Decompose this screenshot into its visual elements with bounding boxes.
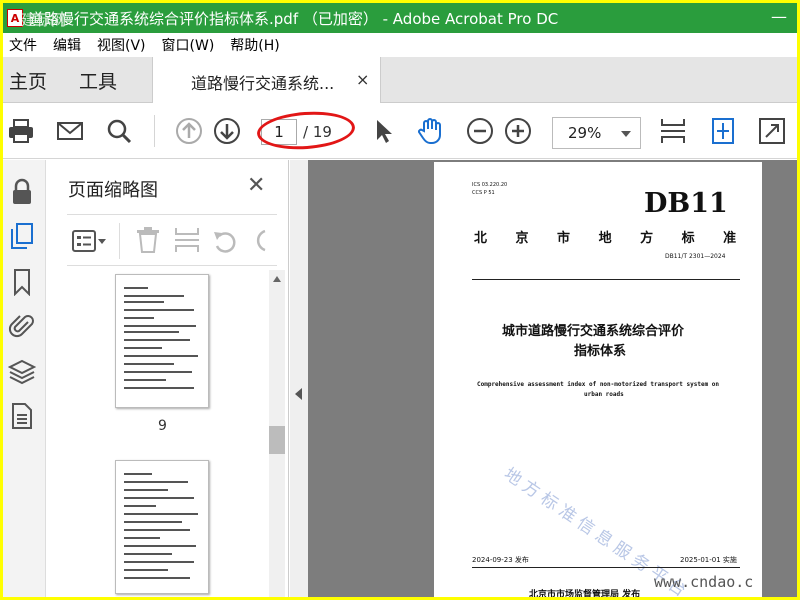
select-cursor-icon[interactable] — [369, 117, 397, 145]
collapse-arrow-icon[interactable] — [295, 388, 302, 400]
document-properties-icon[interactable] — [8, 402, 36, 430]
next-page-icon[interactable] — [213, 117, 241, 145]
print-icon[interactable] — [7, 117, 35, 145]
menu-help[interactable]: 帮助(H) — [224, 35, 285, 55]
overlay-watermark: 建标网 — [21, 11, 67, 29]
lock-icon[interactable] — [8, 178, 36, 206]
attachment-icon[interactable] — [8, 312, 36, 340]
delete-page-icon[interactable] — [135, 226, 161, 254]
window-title: 道路慢行交通系统综合评价指标体系.pdf （已加密） - Adobe Acrob… — [29, 9, 559, 28]
tab-close-button[interactable]: × — [356, 70, 369, 89]
extract-page-icon[interactable] — [173, 226, 201, 254]
tab-bar: 主页 工具 道路慢行交通系统... × — [3, 57, 797, 103]
region-standard: 北 京 市 地 方 标 准 — [474, 231, 749, 246]
scroll-mode-icon[interactable] — [709, 117, 737, 145]
chevron-down-icon — [621, 131, 631, 137]
left-tools-rail — [3, 160, 46, 597]
zoom-in-icon[interactable] — [504, 117, 532, 145]
menu-view[interactable]: 视图(V) — [91, 35, 152, 55]
email-icon[interactable] — [56, 117, 84, 145]
page-thumbnails-panel: 页面缩略图 ✕ 9 — [47, 160, 289, 597]
issue-date: 2024-09-23 发布 — [472, 556, 529, 564]
header-rule — [472, 279, 740, 280]
english-title-line2: urban roads — [584, 391, 624, 398]
issuer: 北京市市场监督管理局 发布 — [529, 590, 641, 597]
thumbnail-page-10[interactable] — [115, 460, 209, 594]
tab-document[interactable]: 道路慢行交通系统... × — [152, 57, 381, 103]
tab-document-label: 道路慢行交通系统... — [191, 74, 335, 93]
tab-home[interactable]: 主页 — [9, 67, 47, 94]
red-highlight-annotation — [255, 108, 357, 153]
toolbar-separator — [154, 115, 155, 147]
zoom-out-icon[interactable] — [466, 117, 494, 145]
bookmark-icon[interactable] — [8, 268, 36, 296]
collapse-panel-strip[interactable] — [290, 160, 308, 597]
thumbnails-scrollbar[interactable] — [269, 270, 285, 597]
footer-rule — [472, 567, 740, 568]
zoom-value: 29% — [568, 124, 602, 142]
full-screen-icon[interactable] — [758, 117, 786, 145]
ics-code: ICS 03.220.20 — [472, 182, 508, 188]
search-icon[interactable] — [105, 117, 133, 145]
tools-separator — [119, 223, 120, 259]
menu-edit[interactable]: 编辑 — [47, 35, 87, 55]
thumbnail-tools — [67, 214, 277, 266]
standard-number: DB11/T 2301—2024 — [665, 253, 726, 260]
minimize-button[interactable]: — — [771, 7, 787, 26]
prev-page-icon[interactable] — [175, 117, 203, 145]
hand-tool-icon[interactable] — [416, 117, 444, 145]
thumbnail-options-icon[interactable] — [71, 228, 107, 254]
site-watermark: www.cndao.c — [654, 573, 754, 591]
panel-title: 页面缩略图 — [68, 180, 158, 201]
doc-title-line2: 指标体系 — [574, 344, 627, 359]
page-thumbnails-icon[interactable] — [8, 222, 36, 250]
rotate-counterclockwise-icon[interactable] — [211, 226, 239, 254]
pdf-page: ICS 03.220.20 CCS P 51 DB11 北 京 市 地 方 标 … — [434, 162, 762, 597]
title-bar: A 道路慢行交通系统综合评价指标体系.pdf （已加密） - Adobe Acr… — [3, 3, 797, 33]
ccs-code: CCS P 51 — [472, 190, 495, 196]
scroll-up-arrow[interactable] — [273, 276, 281, 282]
fit-page-icon[interactable] — [659, 117, 687, 145]
layers-icon[interactable] — [8, 358, 36, 386]
acrobat-window: A 道路慢行交通系统综合评价指标体系.pdf （已加密） - Adobe Acr… — [3, 3, 797, 597]
menu-bar: 文件 编辑 视图(V) 窗口(W) 帮助(H) — [3, 33, 797, 57]
menu-file[interactable]: 文件 — [3, 35, 43, 55]
menu-window[interactable]: 窗口(W) — [156, 35, 221, 55]
thumbnail-page-9[interactable] — [115, 274, 209, 408]
panel-close-button[interactable]: ✕ — [247, 173, 265, 198]
db-code: DB11 — [644, 188, 728, 219]
effective-date: 2025-01-01 实施 — [680, 556, 737, 564]
tab-tools[interactable]: 工具 — [79, 67, 117, 94]
doc-title-line1: 城市道路慢行交通系统综合评价 — [502, 324, 685, 339]
document-view[interactable]: ICS 03.220.20 CCS P 51 DB11 北 京 市 地 方 标 … — [308, 160, 797, 597]
rotate-clockwise-icon[interactable] — [251, 226, 275, 254]
toolbar: 1 / 19 29% — [3, 103, 797, 159]
scrollbar-thumb[interactable] — [269, 426, 285, 454]
zoom-select[interactable]: 29% — [552, 117, 641, 149]
thumbnail-page-number: 9 — [158, 418, 167, 434]
english-title-line1: Comprehensive assessment index of non-mo… — [477, 381, 720, 388]
